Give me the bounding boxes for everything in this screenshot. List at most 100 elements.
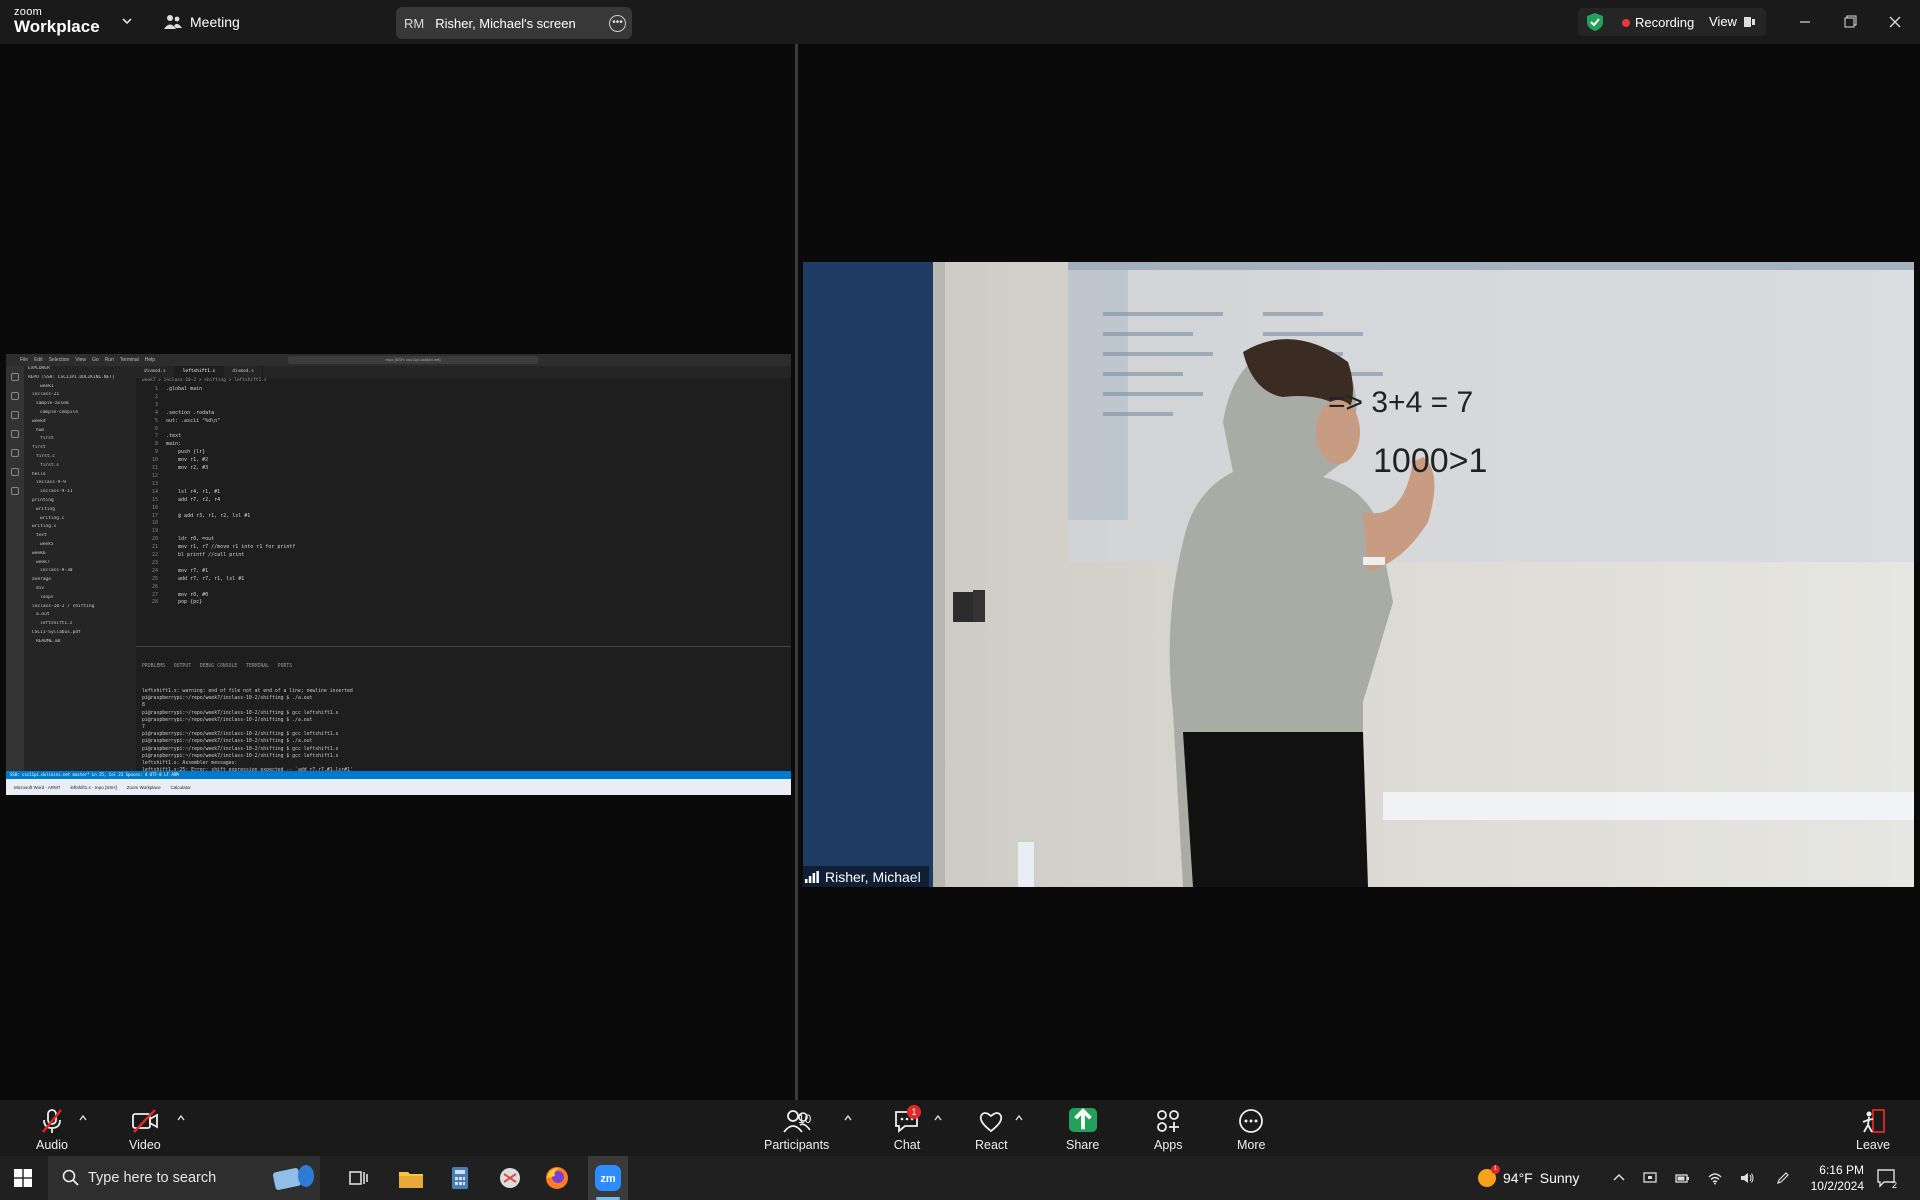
chat-button[interactable]: 1 Chat xyxy=(893,1105,921,1152)
vscode-menu-item: Selection xyxy=(48,357,70,363)
taskbar-search-box[interactable]: Type here to search xyxy=(48,1156,320,1200)
minimize-icon[interactable] xyxy=(1795,12,1815,32)
terminal-line: 8 xyxy=(142,703,145,709)
screen-share-indicator[interactable]: RM Risher, Michael's screen ••• xyxy=(396,7,632,39)
code-line: 15 add r7, r2, r4 xyxy=(151,496,221,503)
battery-icon[interactable] xyxy=(1675,1171,1689,1185)
sun-icon: 1 xyxy=(1478,1165,1500,1187)
code-line: 9 push {lr} xyxy=(154,449,206,456)
view-layout-icon xyxy=(1743,16,1755,27)
apps-button[interactable]: Apps xyxy=(1154,1108,1183,1152)
more-button[interactable]: More xyxy=(1237,1108,1265,1152)
presenter-initials: RM xyxy=(404,15,425,31)
zoom-logo: zoom Workplace xyxy=(14,6,100,36)
chat-options-caret-icon[interactable] xyxy=(933,1113,943,1123)
vscode-breadcrumb: week7 > inclass-10-2 > shifting > leftsh… xyxy=(142,378,267,383)
pen-icon[interactable] xyxy=(1776,1171,1790,1185)
code-line: 24 mov r7, #1 xyxy=(151,567,209,574)
explorer-item: first.s xyxy=(40,462,59,468)
shield-check-icon[interactable] xyxy=(1587,13,1603,31)
remote-taskbar-item: Microsoft Word - ARM7 xyxy=(14,784,61,790)
task-view-icon[interactable] xyxy=(344,1164,372,1192)
restore-icon[interactable] xyxy=(1840,12,1860,32)
terminal-line: pi@raspberrypi:~/repo/week7/inclass-10-2… xyxy=(142,739,313,745)
vscode-tab: divmod.s xyxy=(224,366,263,378)
more-icon xyxy=(1239,1109,1264,1133)
participants-options-caret-icon[interactable] xyxy=(843,1113,853,1123)
search-highlight-icon xyxy=(272,1165,314,1190)
explorer-item: test xyxy=(36,533,47,539)
file-explorer-icon[interactable] xyxy=(397,1164,425,1192)
taskbar-clock[interactable]: 6:16 PM 10/2/2024 xyxy=(1806,1162,1864,1194)
remote-taskbar-item: Calculator xyxy=(170,784,191,790)
audio-options-caret-icon[interactable] xyxy=(78,1113,88,1123)
volume-icon[interactable] xyxy=(1740,1171,1754,1185)
more-options-icon[interactable]: ••• xyxy=(609,15,626,32)
code-line: 3 xyxy=(154,401,158,408)
show-hidden-icons-icon[interactable] xyxy=(1612,1171,1626,1185)
mic-muted-icon xyxy=(42,1109,62,1133)
firefox-icon[interactable] xyxy=(543,1164,571,1192)
vscode-menu-item: Run xyxy=(104,357,114,363)
view-button[interactable]: View xyxy=(1709,14,1755,29)
video-button[interactable]: Video xyxy=(129,1108,161,1152)
video-options-caret-icon[interactable] xyxy=(176,1113,186,1123)
terminal-line: pi@raspberrypi:~/repo/week7/inclass-10-2… xyxy=(142,732,339,738)
code-line: 2 xyxy=(154,393,158,400)
code-line: 1 .global main xyxy=(154,386,203,392)
code-line: 26 xyxy=(151,583,158,590)
code-line: 4 .section .rodata xyxy=(154,409,215,416)
explorer-item: first xyxy=(32,445,46,451)
vscode-menu-item: Go xyxy=(92,357,99,363)
participants-count: 10 xyxy=(798,1112,812,1126)
close-icon[interactable] xyxy=(1885,12,1905,32)
heart-icon xyxy=(980,1112,1003,1133)
explorer-item: writing.s xyxy=(32,524,57,530)
meeting-label: Meeting xyxy=(190,14,240,30)
audio-button[interactable]: Audio xyxy=(36,1108,68,1152)
terminal-output: leftshift1.s: warning: end of file not a… xyxy=(142,688,785,771)
explorer-item: writing.c xyxy=(40,515,65,521)
split-view-divider[interactable] xyxy=(795,44,798,1100)
code-line: 20 ldr r0, =out xyxy=(151,536,215,543)
snipping-tool-icon[interactable] xyxy=(496,1164,524,1192)
shared-screen[interactable]: File Edit Selection View Go Run Terminal Help re… xyxy=(6,354,791,795)
leave-door-icon xyxy=(1862,1109,1885,1133)
explorer-item: week1 xyxy=(40,383,54,389)
zoom-app-icon[interactable]: zm xyxy=(594,1164,622,1192)
terminal-line: pi@raspberrypi:~/repo/week7/inclass-10-2… xyxy=(142,710,339,716)
code-line: 7 .text xyxy=(154,433,182,440)
code-line: 23 xyxy=(151,559,158,566)
vscode-menu-item: File xyxy=(20,357,29,363)
vscode-terminal-panel: PROBLEMS OUTPUT DEBUG CONSOLE TERMINAL P… xyxy=(136,646,791,771)
camera-off-icon xyxy=(131,1109,158,1133)
vscode-tabs: divmod.s leftshift1.s divmod.s xyxy=(136,366,791,378)
calculator-icon[interactable] xyxy=(446,1164,474,1192)
explorer-item: hum xyxy=(36,427,45,433)
screen-icon[interactable] xyxy=(1643,1171,1657,1185)
speaker-name-tag: Risher, Michael xyxy=(803,866,929,888)
search-placeholder: Type here to search xyxy=(88,1170,217,1186)
terminal-line: pi@raspberrypi:~/repo/week7/inclass-10-2… xyxy=(142,753,339,759)
react-button[interactable]: React xyxy=(975,1108,1008,1152)
signal-bars-icon xyxy=(805,871,819,883)
windows-start-icon[interactable] xyxy=(14,1169,32,1187)
share-button[interactable]: Share xyxy=(1066,1108,1099,1152)
weather-widget[interactable]: 1 94°F Sunny xyxy=(1478,1165,1579,1187)
clock-time: 6:16 PM xyxy=(1819,1163,1864,1177)
recording-indicator[interactable]: Recording xyxy=(1622,15,1694,30)
speaker-video-frame: => 3+4 = 7 1000>1 xyxy=(803,262,1914,887)
leave-button[interactable]: Leave xyxy=(1856,1108,1890,1152)
chat-unread-badge: 1 xyxy=(907,1105,921,1119)
chevron-down-icon[interactable] xyxy=(120,14,134,28)
speaker-video[interactable]: => 3+4 = 7 1000>1 xyxy=(803,262,1914,887)
participants-button[interactable]: 10 Participants xyxy=(764,1108,829,1152)
explorer-item: inclass-9-11 xyxy=(40,489,73,495)
code-line: 16 xyxy=(151,504,158,511)
wifi-icon[interactable] xyxy=(1708,1171,1722,1185)
apps-icon xyxy=(1157,1110,1180,1132)
meeting-menu[interactable]: Meeting xyxy=(164,13,240,31)
react-options-caret-icon[interactable] xyxy=(1014,1113,1024,1123)
code-line: 17 @ add r3, r1, r2, lsl #1 xyxy=(151,512,251,519)
explorer-item: sample-assem xyxy=(36,401,69,407)
